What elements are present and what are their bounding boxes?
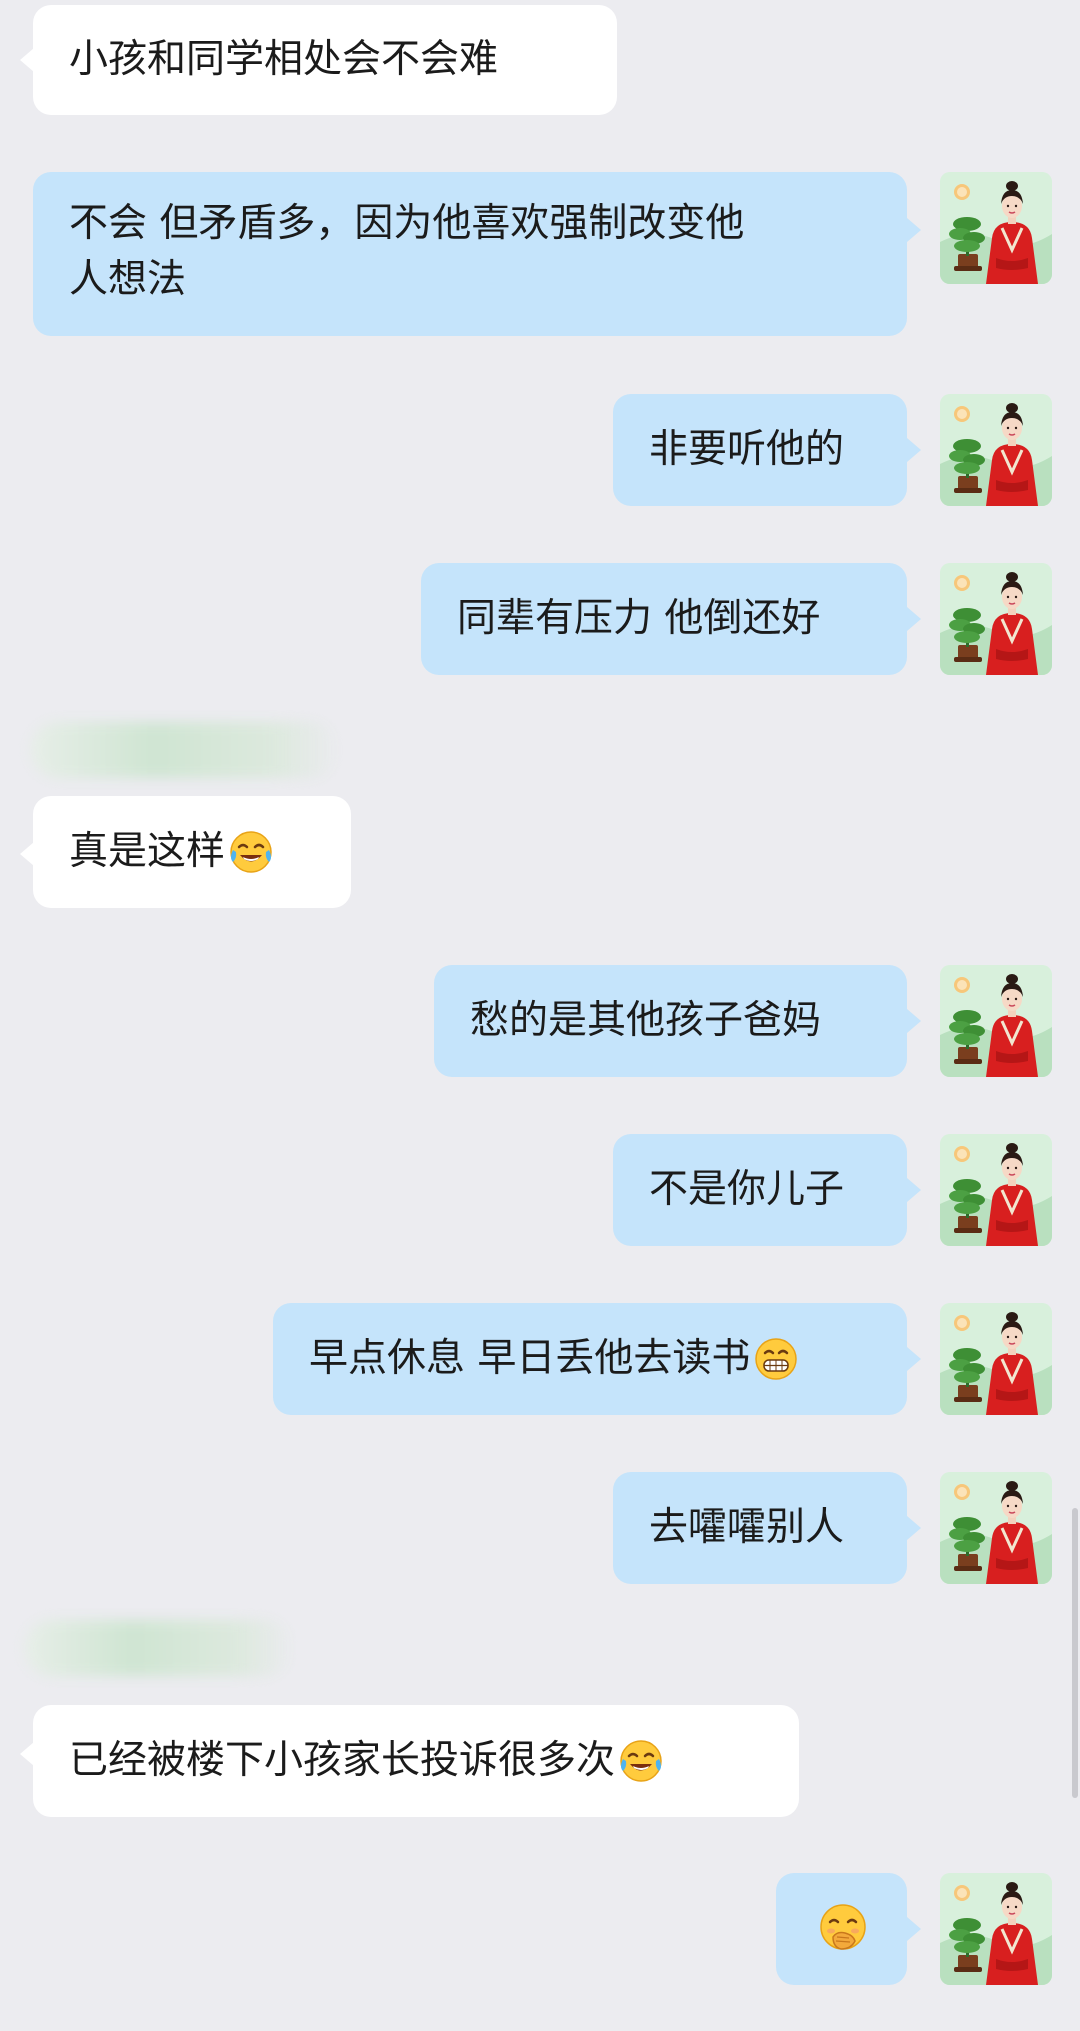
message-text: 愁的是其他孩子爸妈 (470, 998, 822, 1043)
tears-of-joy-icon (617, 1737, 665, 1785)
bubble-tail (20, 842, 34, 866)
outgoing-message-bubble[interactable]: 非要听他的 (613, 394, 907, 506)
message-text: 非要听他的 (649, 427, 845, 472)
message-text: 不是你儿子 (649, 1167, 845, 1212)
outgoing-message-bubble[interactable]: 同辈有压力 他倒还好 (421, 563, 907, 675)
user-avatar[interactable] (940, 1303, 1052, 1415)
outgoing-message-bubble[interactable] (776, 1873, 907, 1985)
woman-in-red-hanfu-avatar-icon (940, 1472, 1052, 1584)
bubble-tail (907, 1009, 921, 1033)
incoming-message-bubble[interactable]: 已经被楼下小孩家长投诉很多次 (33, 1705, 799, 1817)
bubble-tail (907, 607, 921, 631)
tears-of-joy-icon (227, 828, 275, 876)
user-avatar[interactable] (940, 965, 1052, 1077)
scrollbar[interactable] (1072, 1508, 1078, 1798)
woman-in-red-hanfu-avatar-icon (940, 394, 1052, 506)
blurred-sender-name (30, 722, 340, 778)
bubble-tail (907, 218, 921, 242)
bubble-tail (907, 1516, 921, 1540)
bubble-tail (907, 1178, 921, 1202)
blurred-sender-name (24, 1620, 294, 1676)
bubble-tail (907, 1917, 921, 1941)
message-text: 去嚯嚯别人 (649, 1505, 845, 1550)
user-avatar[interactable] (940, 394, 1052, 506)
face-with-hand-over-mouth-icon (815, 1901, 871, 1957)
woman-in-red-hanfu-avatar-icon (940, 1873, 1052, 1985)
outgoing-message-bubble[interactable]: 愁的是其他孩子爸妈 (434, 965, 907, 1077)
message-text: 不会 但矛盾多，因为他喜欢强制改变他 人想法 (69, 196, 744, 308)
incoming-message-bubble[interactable]: 真是这样 (33, 796, 351, 908)
message-text: 同辈有压力 他倒还好 (457, 596, 821, 641)
outgoing-message-bubble[interactable]: 早点休息 早日丢他去读书 (273, 1303, 907, 1415)
grinning-face-icon (752, 1335, 800, 1383)
outgoing-message-bubble[interactable]: 不会 但矛盾多，因为他喜欢强制改变他 人想法 (33, 172, 907, 336)
outgoing-message-bubble[interactable]: 去嚯嚯别人 (613, 1472, 907, 1584)
bubble-tail (907, 1347, 921, 1371)
woman-in-red-hanfu-avatar-icon (940, 965, 1052, 1077)
woman-in-red-hanfu-avatar-icon (940, 1134, 1052, 1246)
bubble-tail (907, 438, 921, 462)
message-text: 已经被楼下小孩家长投诉很多次 (69, 1738, 616, 1783)
user-avatar[interactable] (940, 1472, 1052, 1584)
message-text-line: 不会 但矛盾多，因为他喜欢强制改变他 (69, 201, 745, 246)
outgoing-message-bubble[interactable]: 不是你儿子 (613, 1134, 907, 1246)
incoming-message-bubble[interactable]: 小孩和同学相处会不会难 (33, 5, 617, 115)
user-avatar[interactable] (940, 1873, 1052, 1985)
user-avatar[interactable] (940, 1134, 1052, 1246)
user-avatar[interactable] (940, 172, 1052, 284)
bubble-tail (20, 1742, 34, 1766)
woman-in-red-hanfu-avatar-icon (940, 172, 1052, 284)
message-text: 早点休息 早日丢他去读书 (309, 1336, 751, 1381)
woman-in-red-hanfu-avatar-icon (940, 1303, 1052, 1415)
message-text: 小孩和同学相处会不会难 (69, 37, 499, 82)
bubble-tail (20, 48, 34, 72)
message-text: 真是这样 (69, 829, 226, 874)
message-text-line: 人想法 (69, 257, 187, 302)
chat-message-list[interactable]: 小孩和同学相处会不会难 不会 但矛盾多，因为他喜欢强制改变他 人想法 非要听他的… (0, 0, 1080, 2031)
user-avatar[interactable] (940, 563, 1052, 675)
woman-in-red-hanfu-avatar-icon (940, 563, 1052, 675)
